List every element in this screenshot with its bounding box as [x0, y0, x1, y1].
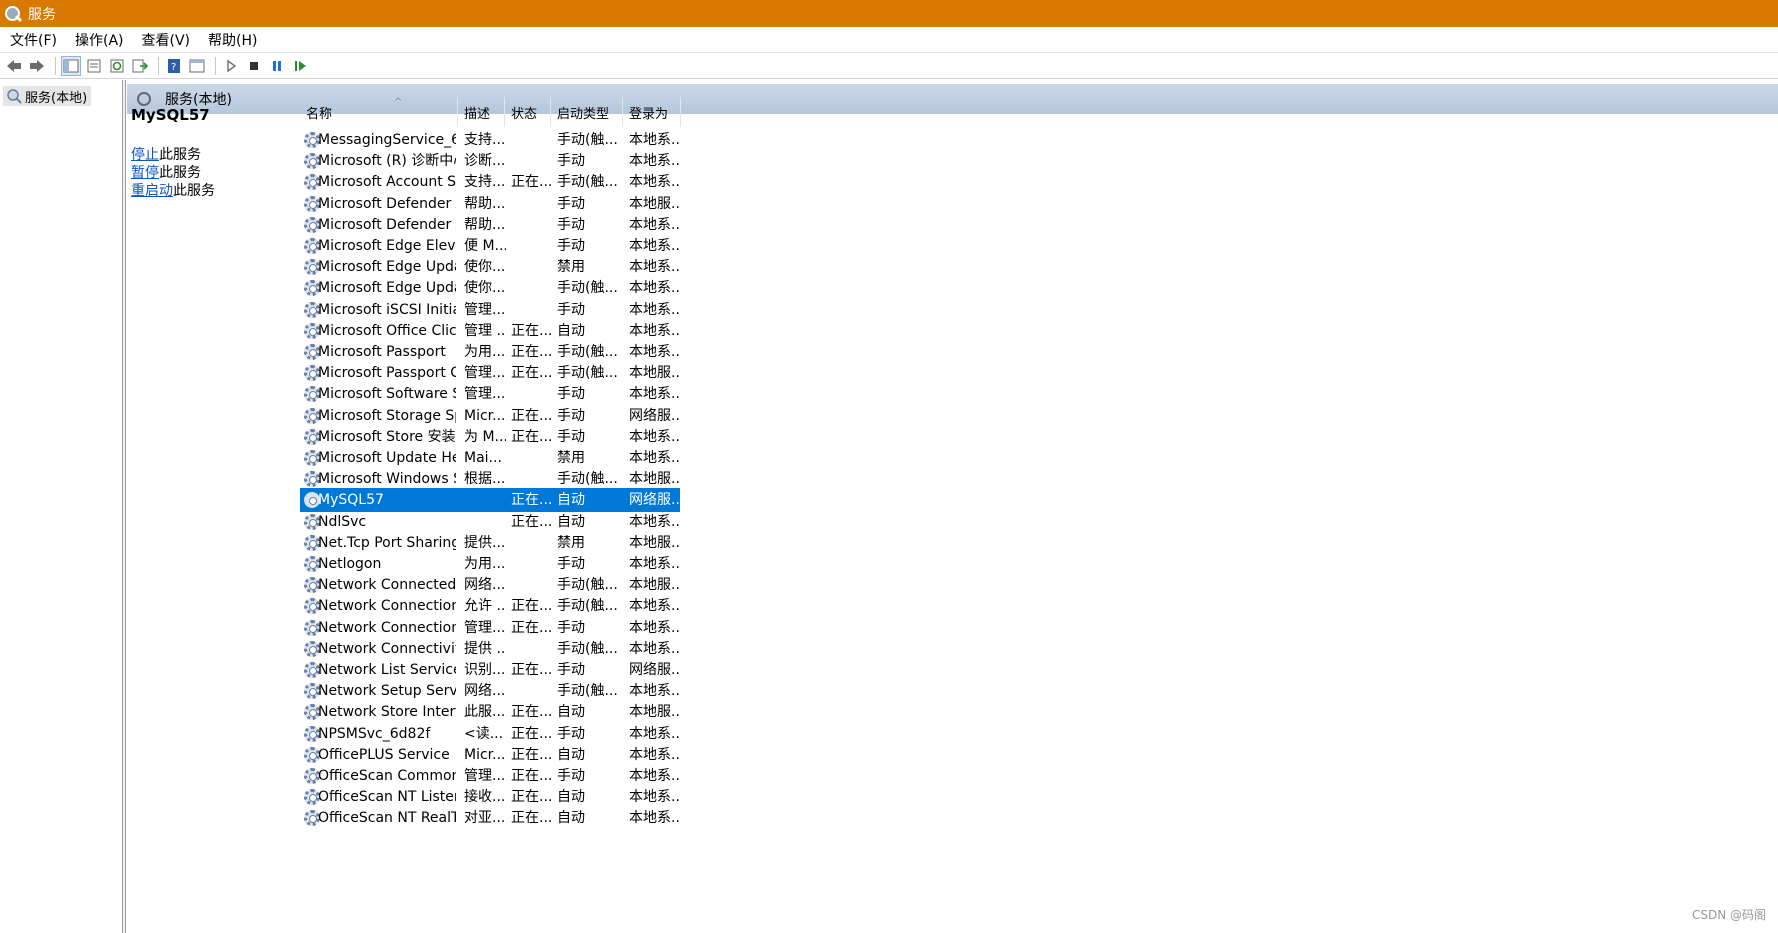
- pause-icon[interactable]: [267, 56, 287, 76]
- window-title: 服务: [28, 6, 56, 23]
- restart-link-suffix: 此服务: [173, 183, 215, 199]
- column-header-name[interactable]: 名称: [300, 97, 458, 127]
- svg-text:?: ?: [171, 62, 176, 73]
- cell-status: 正在...: [511, 810, 553, 827]
- export-icon[interactable]: [130, 56, 150, 76]
- cell-name: OfficeScan NT RealTi...: [318, 810, 456, 827]
- console-tree: 服务(本地): [0, 80, 123, 933]
- toolbar-separator: [215, 56, 216, 75]
- column-header-status[interactable]: 状态: [505, 97, 551, 127]
- pause-link-suffix: 此服务: [159, 165, 201, 181]
- title-bar: 服务: [0, 0, 1778, 27]
- menu-file[interactable]: 文件(F): [10, 30, 57, 50]
- extended-description-pane: MySQL57 停止此服务 暂停此服务 重启动此服务: [127, 106, 327, 923]
- services-panel: 服务(本地) MySQL57 停止此服务 暂停此服务 重启动此服务 名称 ^ 描…: [127, 80, 1778, 933]
- properties-icon[interactable]: [84, 56, 104, 76]
- help-icon[interactable]: ?: [164, 56, 184, 76]
- cell-description: 对亚...: [464, 810, 506, 827]
- pane-splitter[interactable]: [123, 80, 126, 933]
- toolbar-separator: [55, 56, 56, 75]
- pause-service-action: 暂停此服务: [131, 162, 201, 182]
- services-list: 名称 ^ 描述 状态 启动类型 登录为 MessagingService_6d.…: [300, 97, 1751, 928]
- stop-service-action: 停止此服务: [131, 144, 201, 164]
- menu-help[interactable]: 帮助(H): [208, 30, 257, 50]
- cell-startup-type: 自动: [557, 810, 585, 827]
- refresh-icon[interactable]: [107, 56, 127, 76]
- stop-icon[interactable]: [244, 56, 264, 76]
- view-icon[interactable]: [187, 56, 207, 76]
- tree-item-label: 服务(本地): [25, 90, 88, 106]
- toolbar-separator: [158, 56, 159, 75]
- forward-icon[interactable]: [27, 56, 47, 76]
- console-tree-icon[interactable]: [61, 55, 81, 76]
- menu-bar: 文件(F) 操作(A) 查看(V) 帮助(H): [0, 27, 1778, 53]
- services-app-icon: [4, 5, 22, 23]
- toolbar: ?: [0, 53, 1778, 79]
- pause-link[interactable]: 暂停: [131, 165, 159, 181]
- sort-ascending-icon: ^: [394, 97, 403, 108]
- cell-log-on-as: 本地系...: [629, 810, 681, 827]
- column-header-log-on-as[interactable]: 登录为: [623, 97, 681, 127]
- back-icon[interactable]: [4, 56, 24, 76]
- stop-link[interactable]: 停止: [131, 147, 159, 163]
- selected-service-name: MySQL57: [131, 106, 210, 124]
- resume-icon[interactable]: [290, 56, 310, 76]
- table-row[interactable]: OfficeScan NT RealTi... 对亚... 正在...自动 本地系..…: [300, 806, 681, 830]
- menu-action[interactable]: 操作(A): [75, 30, 124, 50]
- menu-view[interactable]: 查看(V): [142, 30, 191, 50]
- stop-link-suffix: 此服务: [159, 147, 201, 163]
- restart-link[interactable]: 重启动: [131, 183, 173, 199]
- start-icon[interactable]: [221, 56, 241, 76]
- watermark: CSDN @码阁: [1691, 908, 1766, 922]
- column-header-description[interactable]: 描述: [458, 97, 505, 127]
- restart-service-action: 重启动此服务: [131, 180, 215, 200]
- services-icon: [7, 89, 22, 104]
- services-icon: [137, 92, 151, 106]
- column-header-startup-type[interactable]: 启动类型: [551, 97, 623, 127]
- tree-item-services-local[interactable]: 服务(本地): [3, 86, 92, 106]
